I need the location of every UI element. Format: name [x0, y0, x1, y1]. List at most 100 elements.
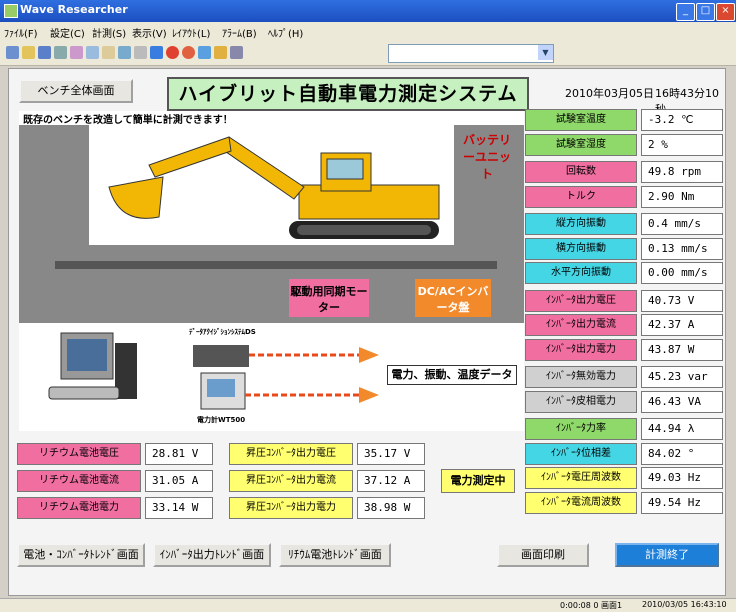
monitor-icon[interactable]: [198, 46, 211, 59]
measurement-value: -3.2 ℃: [641, 109, 723, 131]
equipment-area: ﾃﾞｰﾀｱｸｲｼﾞｼｮﾝｼｽﾃﾑDS 電力計WT500 電力、振動、温度データ: [19, 323, 524, 431]
copy-icon[interactable]: [86, 46, 99, 59]
measurement-value: 38.98 W: [357, 497, 425, 519]
measurement-label: ｲﾝﾊﾞｰﾀ出力電圧: [525, 289, 637, 312]
undo-icon[interactable]: [118, 46, 131, 59]
measurement-label: トルク: [525, 185, 637, 208]
measurement-value: 37.12 A: [357, 470, 425, 492]
measurement-value: 45.23 var: [641, 366, 723, 388]
new-icon[interactable]: [6, 46, 19, 59]
menu-settings[interactable]: 設定(C): [50, 25, 85, 40]
elapsed-status: 0:00:08 0 画面1: [560, 601, 623, 610]
lithium-trend-button[interactable]: ﾘﾁｳﾑ電池ﾄﾚﾝﾄﾞ画面: [279, 543, 391, 567]
alarm-icon[interactable]: [214, 46, 227, 59]
bench-image-area: [89, 125, 454, 245]
measurement-value: 40.73 V: [641, 289, 723, 312]
record-icon[interactable]: [166, 46, 179, 59]
diagram-panel: 既存のベンチを改造して簡単に計測できます！ バッテリーユニット 駆動用同期モータ…: [19, 111, 524, 431]
app-icon: [4, 4, 18, 18]
paste-icon[interactable]: [102, 46, 115, 59]
window-title: Wave Researcher: [20, 3, 128, 16]
status-bar: 0:00:08 0 画面1 2010/03/05 16:43:10: [0, 598, 736, 612]
minimize-button[interactable]: _: [676, 3, 695, 21]
measurement-value: 35.17 V: [357, 443, 425, 465]
menu-alarm[interactable]: ｱﾗｰﾑ(B): [222, 25, 257, 40]
measurement-label: リチウム電池電流: [17, 470, 141, 492]
status-badge: 電力測定中: [441, 469, 515, 493]
measurement-value: 31.05 A: [145, 470, 213, 492]
measurement-label: リチウム電池電圧: [17, 443, 141, 465]
measurement-value: 0.13 mm/s: [641, 237, 723, 260]
measurement-value: 49.8 rpm: [641, 161, 723, 183]
converter-panel: 昇圧ｺﾝﾊﾞｰﾀ出力電圧 35.17 V 昇圧ｺﾝﾊﾞｰﾀ出力電流 37.12 A 昇圧…: [229, 443, 425, 523]
measurement-screen: ベンチ全体画面 ハイブリット自動車電力測定システム 2010年03月05日 16…: [8, 68, 726, 596]
current-date: 2010年03月05日: [565, 87, 654, 100]
caption-bar: 既存のベンチを改造して簡単に計測できます！: [19, 111, 524, 126]
recorder-label: ﾃﾞｰﾀｱｸｲｼﾞｼｮﾝｼｽﾃﾑDS: [189, 328, 256, 336]
stop-measurement-button[interactable]: 計測終了: [615, 543, 719, 567]
print-icon[interactable]: [54, 46, 67, 59]
menu-help[interactable]: ﾍﾙﾌﾟ(H): [268, 25, 303, 40]
chevron-down-icon[interactable]: ▼: [538, 45, 553, 60]
inverter-trend-button[interactable]: ｲﾝﾊﾞｰﾀ出力ﾄﾚﾝﾄﾞ画面: [153, 543, 271, 567]
measurement-label: ｲﾝﾊﾞｰﾀ電流周波数: [525, 491, 637, 514]
open-icon[interactable]: [22, 46, 35, 59]
bench-floor: [55, 261, 497, 269]
measurement-label: 縦方向振動: [525, 213, 637, 235]
measurement-value: 2.90 Nm: [641, 185, 723, 208]
stop-icon[interactable]: [182, 46, 195, 59]
excavator-image: [108, 136, 440, 239]
inverter-label: DC/ACインバータ盤: [415, 279, 491, 317]
measurement-label: 水平方向振動: [525, 262, 637, 284]
timestamp-status: 2010/03/05 16:43:10: [642, 600, 727, 609]
measurement-value: 49.03 Hz: [641, 467, 723, 489]
measurement-label: ｲﾝﾊﾞｰﾀ出力電力: [525, 338, 637, 361]
save-icon[interactable]: [38, 46, 51, 59]
bench-overview-button[interactable]: ベンチ全体画面: [19, 79, 133, 103]
measurement-value: 44.94 λ: [641, 418, 723, 440]
measurement-value: 42.37 A: [641, 314, 723, 336]
measurement-label: 回転数: [525, 161, 637, 183]
menu-bar: ﾌｧｲﾙ(F) 設定(C) 計測(S) 表示(V) ﾚｲｱｳﾄ(L) ｱﾗｰﾑ(…: [0, 22, 736, 40]
measurement-value: 0.00 mm/s: [641, 262, 723, 284]
battery-trend-button[interactable]: 電池・ｺﾝﾊﾞｰﾀﾄﾚﾝﾄﾞ画面: [17, 543, 145, 567]
menu-layout[interactable]: ﾚｲｱｳﾄ(L): [172, 25, 210, 40]
battery-panel: リチウム電池電圧 28.81 V リチウム電池電流 31.05 A リチウム電池電力 33…: [17, 443, 217, 523]
measurement-value: 0.4 mm/s: [641, 213, 723, 235]
close-button[interactable]: ×: [716, 3, 735, 21]
battery-unit-label: バッテリーユニット: [462, 133, 511, 181]
menu-measure[interactable]: 計測(S): [92, 25, 126, 40]
measurement-value: 28.81 V: [145, 443, 213, 465]
maximize-button[interactable]: □: [696, 3, 715, 21]
motor-label: 駆動用同期モーター: [289, 279, 369, 317]
measurement-label: ｲﾝﾊﾞｰﾀ出力電流: [525, 314, 637, 336]
measurement-panel: 試験室温度 -3.2 ℃ 試験室湿度 2 % 回転数 49.8 rpm トルク 2.90 Nm…: [525, 109, 725, 539]
menu-file[interactable]: ﾌｧｲﾙ(F): [4, 25, 38, 40]
redo-icon[interactable]: [134, 46, 147, 59]
measurement-label: ｲﾝﾊﾞｰﾀ力率: [525, 418, 637, 440]
print-screen-button[interactable]: 画面印刷: [497, 543, 589, 567]
measurement-value: 46.43 VA: [641, 390, 723, 413]
measurement-value: 33.14 W: [145, 497, 213, 519]
cut-icon[interactable]: [70, 46, 83, 59]
toolbar: ▼: [0, 40, 736, 66]
measurement-value: 43.87 W: [641, 338, 723, 361]
measurement-label: ｲﾝﾊﾞｰﾀ皮相電力: [525, 390, 637, 413]
measurement-label: リチウム電池電力: [17, 497, 141, 519]
measurement-label: ｲﾝﾊﾞｰﾀ無効電力: [525, 366, 637, 388]
measurement-label: 昇圧ｺﾝﾊﾞｰﾀ出力電圧: [229, 443, 353, 465]
measurement-label: 横方向振動: [525, 237, 637, 260]
play-icon[interactable]: [150, 46, 163, 59]
measurement-label: 試験室温度: [525, 109, 637, 131]
chart-icon[interactable]: [230, 46, 243, 59]
title-bar: Wave Researcher _ □ ×: [0, 0, 736, 22]
diagram-caption: 既存のベンチを改造して簡単に計測できます！: [23, 115, 233, 126]
channel-combo[interactable]: ▼: [388, 44, 554, 63]
measurement-value: 49.54 Hz: [641, 491, 723, 514]
menu-view[interactable]: 表示(V): [132, 25, 167, 40]
measurement-label: ｲﾝﾊﾞｰﾀ位相差: [525, 442, 637, 465]
page-title: ハイブリット自動車電力測定システム: [167, 77, 529, 111]
measurement-label: 試験室湿度: [525, 133, 637, 156]
measurement-value: 84.02 °: [641, 442, 723, 465]
power-meter-label: 電力計WT500: [197, 416, 246, 424]
